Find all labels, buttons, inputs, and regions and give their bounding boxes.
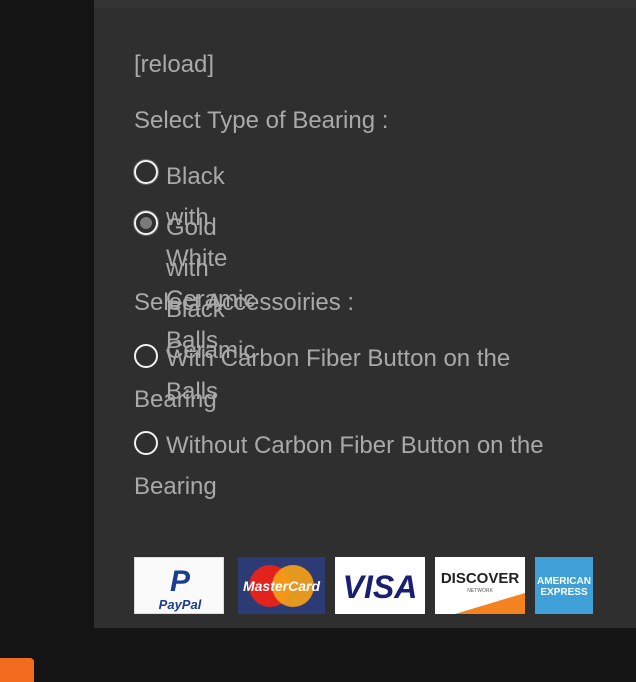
- reload-link[interactable]: [reload]: [134, 44, 214, 85]
- svg-text:MasterCard: MasterCard: [243, 578, 320, 594]
- radio-button[interactable]: [134, 160, 158, 184]
- svg-text:VISA: VISA: [343, 569, 418, 605]
- product-options-panel: [reload] Select Type of Bearing : Black …: [94, 0, 636, 628]
- accessory-option-label: With Carbon Fiber Button on the Bearing: [134, 345, 511, 413]
- svg-text:EXPRESS: EXPRESS: [540, 587, 588, 598]
- paypal-logo: P PayPal: [134, 557, 224, 614]
- svg-text:PayPal: PayPal: [159, 597, 202, 612]
- svg-text:AMERICAN: AMERICAN: [537, 576, 591, 587]
- panel-top-strip: [94, 0, 636, 8]
- radio-button-selected[interactable]: [134, 211, 158, 235]
- svg-text:DISCOVER: DISCOVER: [441, 570, 520, 587]
- svg-text:P: P: [170, 565, 191, 598]
- visa-logo: VISA: [335, 557, 425, 614]
- bearing-type-heading: Select Type of Bearing :: [134, 107, 389, 134]
- accessories-heading: Select Accessoiries :: [134, 289, 355, 316]
- american-express-logo: AMERICAN EXPRESS: [535, 557, 593, 614]
- discover-logo: DISCOVER NETWORK: [435, 557, 525, 614]
- accessory-option-label: Without Carbon Fiber Button on the Beari…: [134, 432, 544, 500]
- svg-text:NETWORK: NETWORK: [467, 588, 493, 594]
- mastercard-logo: MasterCard: [238, 557, 325, 614]
- feedback-tab[interactable]: [0, 658, 34, 682]
